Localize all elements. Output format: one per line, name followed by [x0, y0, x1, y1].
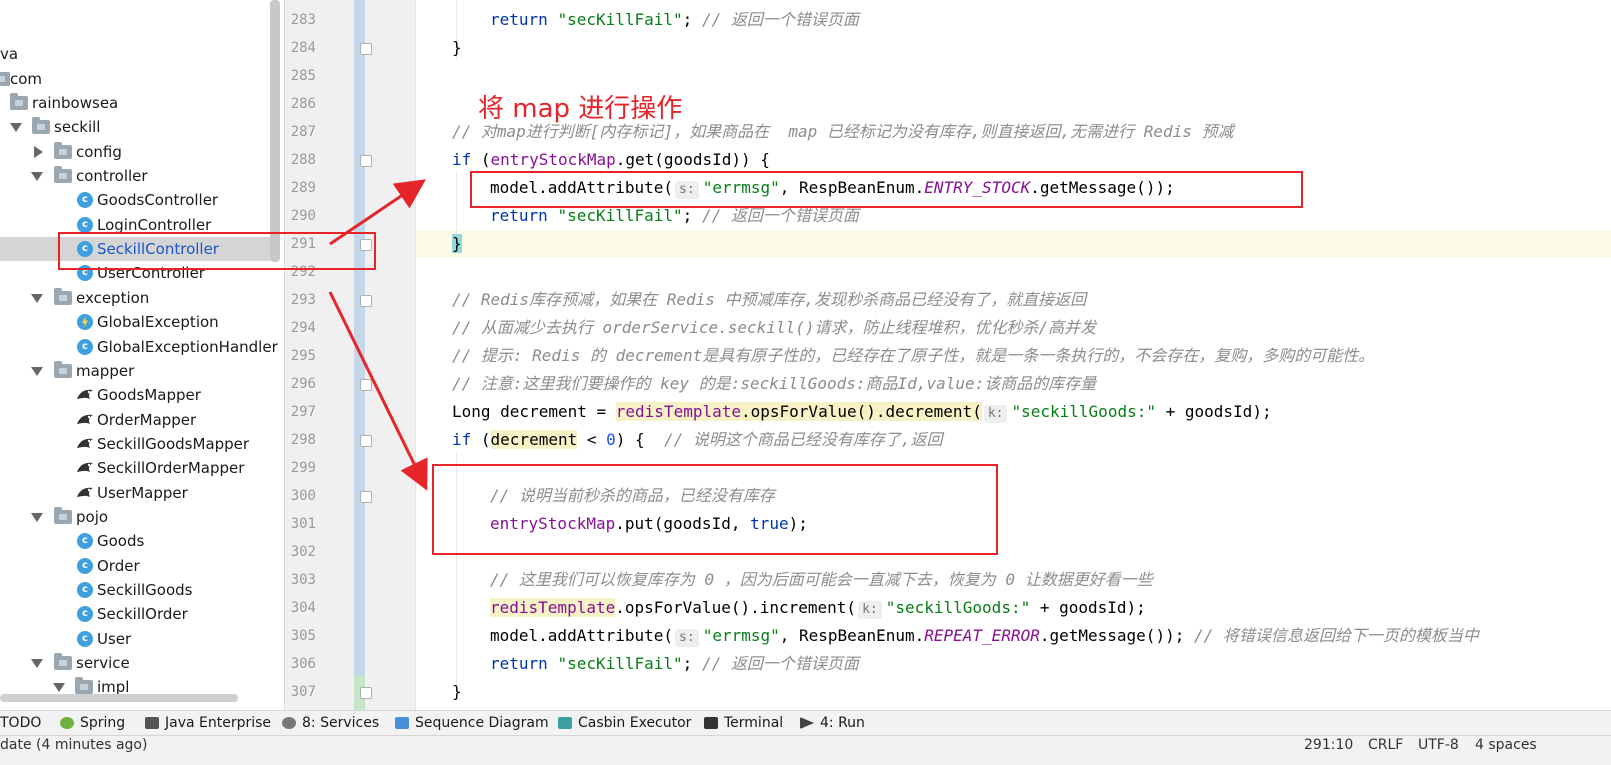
line-number[interactable]: 288 [0, 146, 316, 174]
fold-marker-icon[interactable] [360, 43, 372, 55]
tab-sequence-diagram[interactable]: Sequence Diagram [395, 711, 549, 735]
file-encoding[interactable]: UTF-8 [1418, 736, 1459, 754]
code-line-305[interactable]: model.addAttribute(s: "errmsg", RespBeanE… [490, 622, 1479, 650]
line-number[interactable]: 306 [0, 650, 316, 678]
code-line-288[interactable]: if (entryStockMap.get(goodsId)) { [452, 146, 770, 174]
line-number[interactable]: 307 [0, 678, 316, 706]
tab-label: Terminal [724, 715, 784, 731]
tab-label: Sequence Diagram [415, 715, 549, 731]
indent-setting[interactable]: 4 spaces [1475, 736, 1537, 754]
code-line-293[interactable]: // Redis库存预减，如果在 Redis 中预减库存,发现秒杀商品已经没有了… [452, 286, 1086, 314]
code-line-306[interactable]: return "secKillFail"; // 返回一个错误页面 [490, 650, 859, 678]
line-number[interactable]: 289 [0, 174, 316, 202]
line-number[interactable]: 304 [0, 594, 316, 622]
line-number[interactable]: 286 [0, 90, 316, 118]
line-number[interactable]: 290 [0, 202, 316, 230]
casbin-icon [558, 717, 572, 729]
annotation-box-line-289 [470, 171, 1303, 208]
code-line-284[interactable]: } [452, 34, 462, 62]
line-number[interactable]: 293 [0, 286, 316, 314]
annotation-box-put [432, 464, 998, 555]
line-number[interactable]: 297 [0, 398, 316, 426]
tab-label: Casbin Executor [578, 715, 692, 731]
line-number[interactable]: 284 [0, 34, 316, 62]
annotation-title: 将 map 进行操作 [478, 94, 683, 124]
fold-marker-icon[interactable] [360, 295, 372, 307]
line-number[interactable]: 300 [0, 482, 316, 510]
code-line-297[interactable]: Long decrement = redisTemplate.opsForVal… [452, 398, 1272, 426]
code-line-295[interactable]: // 提示: Redis 的 decrement是具有原子性的，已经存在了原子性… [452, 342, 1374, 370]
line-separator[interactable]: CRLF [1368, 736, 1403, 754]
code-line-304[interactable]: redisTemplate.opsForValue().increment(k:… [490, 594, 1146, 622]
line-number[interactable]: 296 [0, 370, 316, 398]
line-number[interactable]: 287 [0, 118, 316, 146]
fold-marker-icon[interactable] [360, 379, 372, 391]
param-hint: s: [675, 629, 699, 647]
line-number[interactable]: 301 [0, 510, 316, 538]
terminal-icon [704, 717, 718, 729]
tool-window-bar: TODO Spring Java Enterprise 8: Services … [0, 710, 1611, 735]
fold-marker-icon[interactable] [360, 435, 372, 447]
current-line-highlight [416, 230, 1611, 258]
fold-marker-icon[interactable] [360, 491, 372, 503]
param-hint: k: [858, 601, 882, 619]
status-bar: date (4 minutes ago) 291:10 CRLF UTF-8 4… [0, 735, 1611, 765]
caret-position[interactable]: 291:10 [1304, 736, 1353, 754]
tab-label: Java Enterprise [165, 715, 272, 731]
line-number[interactable]: 295 [0, 342, 316, 370]
fold-marker-icon[interactable] [360, 687, 372, 699]
code-line-291[interactable]: } [452, 230, 462, 258]
tab-label: 4: Run [820, 715, 865, 731]
run-icon [800, 717, 814, 729]
annotation-box-tree [58, 232, 376, 270]
code-line-296[interactable]: // 注意:这里我们要操作的 key 的是:seckillGoods:商品Id,… [452, 370, 1096, 398]
line-number[interactable]: 285 [0, 62, 316, 90]
services-icon [282, 717, 296, 729]
line-number[interactable]: 302 [0, 538, 316, 566]
code-line-298[interactable]: if (decrement < 0) { // 说明这个商品已经没有库存了,返回 [452, 426, 943, 454]
line-number[interactable]: 294 [0, 314, 316, 342]
code-line-283[interactable]: return "secKillFail"; // 返回一个错误页面 [490, 6, 859, 34]
code-line-303[interactable]: // 这里我们可以恢复库存为 0 ，因为后面可能会一直减下去，恢复为 0 让数据… [490, 566, 1153, 594]
line-number[interactable]: 299 [0, 454, 316, 482]
java-enterprise-icon [145, 717, 159, 729]
tab-run[interactable]: 4: Run [800, 711, 865, 735]
vcs-changed-marker[interactable] [354, 0, 365, 676]
tab-label: Spring [80, 715, 126, 731]
code-line-294[interactable]: // 从面减少去执行 orderService.seckill()请求，防止线程… [452, 314, 1096, 342]
sequence-diagram-icon [395, 717, 409, 729]
tab-casbin-executor[interactable]: Casbin Executor [558, 711, 691, 735]
tab-spring[interactable]: Spring [60, 711, 125, 735]
code-line-307[interactable]: } [452, 678, 462, 706]
line-number[interactable]: 303 [0, 566, 316, 594]
tab-todo[interactable]: TODO [0, 711, 41, 735]
status-message[interactable]: date (4 minutes ago) [0, 736, 147, 754]
line-number[interactable]: 283 [0, 6, 316, 34]
tab-java-enterprise[interactable]: Java Enterprise [145, 711, 271, 735]
tab-services[interactable]: 8: Services [282, 711, 379, 735]
tab-terminal[interactable]: Terminal [704, 711, 783, 735]
line-number[interactable]: 305 [0, 622, 316, 650]
spring-leaf-icon [60, 717, 74, 729]
line-number[interactable]: 298 [0, 426, 316, 454]
fold-marker-icon[interactable] [360, 155, 372, 167]
tab-label: 8: Services [302, 715, 380, 731]
param-hint: k: [983, 405, 1008, 423]
